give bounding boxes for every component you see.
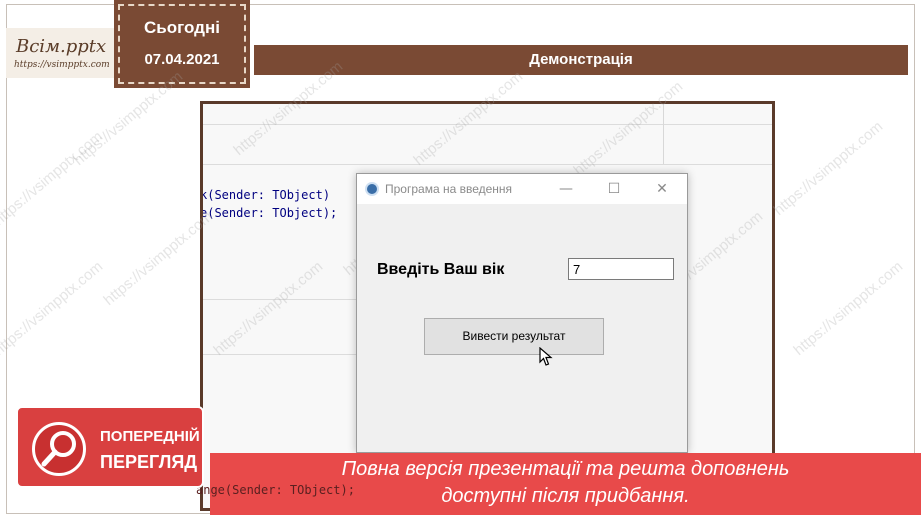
date-value: 07.04.2021 bbox=[144, 51, 220, 68]
slide-title: Демонстрація bbox=[254, 45, 908, 75]
code-line-2: e(Sender: TObject); bbox=[200, 206, 338, 220]
maximize-icon[interactable]: ☐ bbox=[601, 178, 627, 200]
code-line-1: k(Sender: TObject) bbox=[200, 188, 331, 202]
close-icon[interactable]: ✕ bbox=[649, 178, 675, 200]
badge-line-2: ПЕРЕГЛЯД bbox=[100, 452, 198, 472]
logo: Всім.pptx https://vsimpptx.com bbox=[6, 28, 118, 78]
badge-line-1: ПОПЕРЕДНІЙ bbox=[100, 428, 200, 445]
date-block: Сьогодні 07.04.2021 bbox=[114, 0, 250, 88]
code-line-3: ange(Sender: TObject); bbox=[196, 483, 355, 497]
grid-line bbox=[203, 124, 772, 125]
date-label: Сьогодні bbox=[144, 18, 220, 37]
magnifier-icon bbox=[32, 422, 86, 476]
logo-url: https://vsimpptx.com bbox=[14, 60, 110, 70]
banner-line-1: Повна версія презентації та решта доповн… bbox=[341, 458, 790, 480]
grid-line bbox=[203, 164, 772, 165]
logo-title: Всім.pptx bbox=[16, 36, 107, 57]
app-window: Програма на введення — ☐ ✕ Введіть Ваш в… bbox=[356, 173, 688, 453]
app-icon bbox=[365, 182, 379, 196]
grid-line bbox=[663, 104, 664, 164]
minimize-icon[interactable]: — bbox=[553, 178, 579, 200]
grid-line bbox=[203, 299, 363, 300]
age-label: Введіть Ваш вік bbox=[377, 261, 505, 278]
show-result-button[interactable]: Вивести результат bbox=[424, 318, 604, 355]
preview-badge: ПОПЕРЕДНІЙ ПЕРЕГЛЯД bbox=[16, 406, 204, 488]
window-titlebar[interactable]: Програма на введення — ☐ ✕ bbox=[357, 174, 687, 204]
grid-line bbox=[203, 354, 363, 355]
age-input[interactable] bbox=[568, 258, 674, 280]
mouse-cursor-icon bbox=[539, 346, 553, 372]
window-title: Програма на введення bbox=[385, 182, 513, 196]
